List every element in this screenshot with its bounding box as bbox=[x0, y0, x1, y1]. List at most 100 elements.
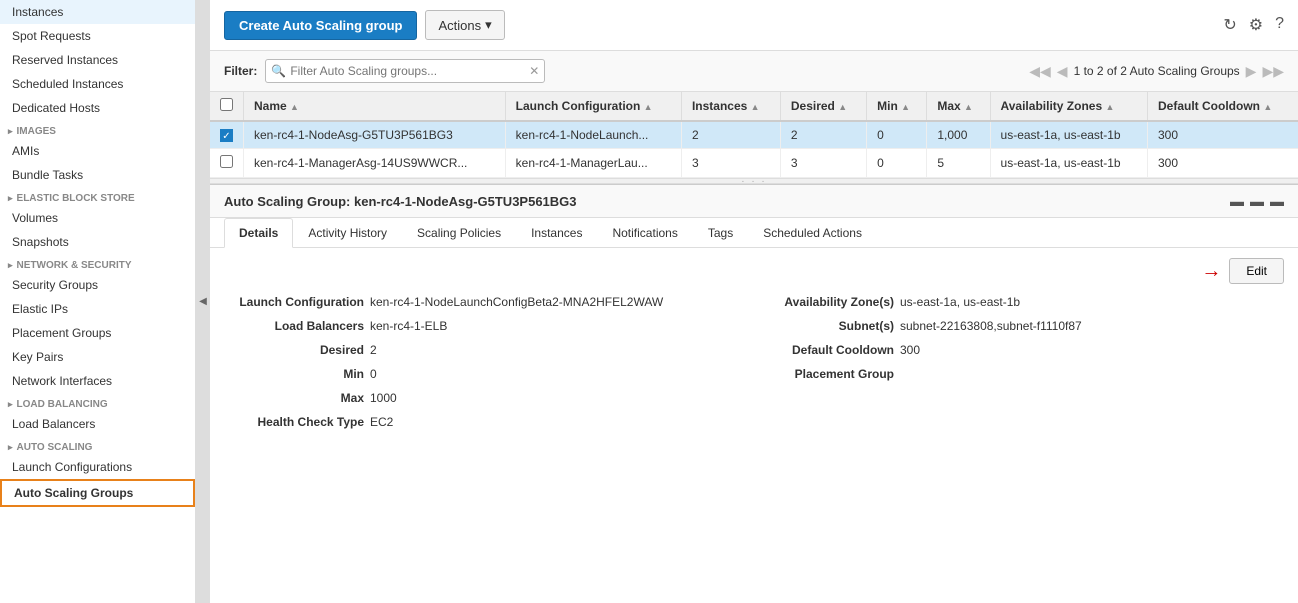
toolbar: Create Auto Scaling group Actions ▾ ↻ ⚙ … bbox=[210, 0, 1298, 51]
pagination-next-button[interactable]: ▶ bbox=[1246, 63, 1257, 80]
filter-input[interactable] bbox=[265, 59, 545, 83]
filter-bar: Filter: 🔍 ✕ ◀◀ ◀ 1 to 2 of 2 Auto Scalin… bbox=[210, 51, 1298, 92]
actions-chevron-icon: ▾ bbox=[485, 17, 492, 33]
pagination-prev-button[interactable]: ◀ bbox=[1057, 63, 1068, 80]
sidebar-item-dedicated-hosts[interactable]: Dedicated Hosts bbox=[0, 96, 195, 120]
pagination-last-button[interactable]: ▶▶ bbox=[1262, 63, 1284, 80]
create-asg-button[interactable]: Create Auto Scaling group bbox=[224, 11, 417, 40]
refresh-icon[interactable]: ↻ bbox=[1223, 15, 1236, 35]
col-header-availability_zones[interactable]: Availability Zones ▲ bbox=[990, 92, 1147, 121]
col-header-instances[interactable]: Instances ▲ bbox=[681, 92, 780, 121]
cell-launch_config: ken-rc4-1-ManagerLau... bbox=[505, 149, 681, 178]
col-header-name[interactable]: Name ▲ bbox=[244, 92, 506, 121]
sidebar-item-volumes[interactable]: Volumes bbox=[0, 206, 195, 230]
field-value: subnet-22163808,subnet-f1110f87 bbox=[900, 319, 1082, 333]
col-header-max[interactable]: Max ▲ bbox=[927, 92, 990, 121]
collapse-icon: ▸ bbox=[8, 193, 13, 204]
sidebar-item-auto-scaling-groups[interactable]: Auto Scaling Groups bbox=[0, 479, 195, 507]
tab-details[interactable]: Details bbox=[224, 218, 293, 248]
settings-icon[interactable]: ⚙ bbox=[1249, 15, 1263, 35]
select-all-checkbox[interactable] bbox=[220, 98, 233, 111]
col-header-default_cooldown[interactable]: Default Cooldown ▲ bbox=[1148, 92, 1298, 121]
detail-view-icon-1[interactable]: ▬ bbox=[1230, 193, 1244, 209]
table-header: Name ▲Launch Configuration ▲Instances ▲D… bbox=[210, 92, 1298, 121]
sidebar-item-elastic-ips[interactable]: Elastic IPs bbox=[0, 297, 195, 321]
sort-icon-desired: ▲ bbox=[838, 102, 847, 112]
tab-scheduled-actions[interactable]: Scheduled Actions bbox=[748, 218, 877, 248]
filter-clear-icon[interactable]: ✕ bbox=[529, 64, 539, 78]
row-checkbox-1[interactable] bbox=[220, 155, 233, 168]
sidebar-item-network-interfaces[interactable]: Network Interfaces bbox=[0, 369, 195, 393]
cell-availability_zones: us-east-1a, us-east-1b bbox=[990, 121, 1147, 149]
sort-icon-min: ▲ bbox=[901, 102, 910, 112]
sort-icon-max: ▲ bbox=[964, 102, 973, 112]
field-label: Min bbox=[224, 367, 364, 381]
edit-arrow-icon: → bbox=[1201, 260, 1221, 283]
cell-min: 0 bbox=[867, 121, 927, 149]
field-value: us-east-1a, us-east-1b bbox=[900, 295, 1020, 309]
sidebar-section-images-section: ▸IMAGES bbox=[0, 120, 195, 139]
sidebar-item-security-groups[interactable]: Security Groups bbox=[0, 273, 195, 297]
col-header-desired[interactable]: Desired ▲ bbox=[780, 92, 866, 121]
table-row[interactable]: ✓ken-rc4-1-NodeAsg-G5TU3P561BG3ken-rc4-1… bbox=[210, 121, 1298, 149]
field-label: Health Check Type bbox=[224, 415, 364, 429]
pagination-first-button[interactable]: ◀◀ bbox=[1029, 63, 1051, 80]
section-label: LOAD BALANCING bbox=[17, 399, 108, 410]
edit-button[interactable]: Edit bbox=[1229, 258, 1284, 284]
tab-tags[interactable]: Tags bbox=[693, 218, 748, 248]
sidebar-item-key-pairs[interactable]: Key Pairs bbox=[0, 345, 195, 369]
sidebar-item-bundle-tasks[interactable]: Bundle Tasks bbox=[0, 163, 195, 187]
cell-min: 0 bbox=[867, 149, 927, 178]
select-all-header[interactable] bbox=[210, 92, 244, 121]
cell-launch_config: ken-rc4-1-NodeLaunch... bbox=[505, 121, 681, 149]
col-label-launch_config: Launch Configuration bbox=[516, 99, 641, 113]
row-checked-icon-0[interactable]: ✓ bbox=[220, 129, 233, 142]
col-label-name: Name bbox=[254, 99, 287, 113]
sidebar-item-placement-groups[interactable]: Placement Groups bbox=[0, 321, 195, 345]
filter-label: Filter: bbox=[224, 64, 257, 78]
col-label-default_cooldown: Default Cooldown bbox=[1158, 99, 1260, 113]
field-row: Placement Group bbox=[754, 364, 1284, 384]
col-header-min[interactable]: Min ▲ bbox=[867, 92, 927, 121]
sort-icon-launch_config: ▲ bbox=[644, 102, 653, 112]
sidebar-item-instances[interactable]: Instances bbox=[0, 0, 195, 24]
tab-notifications[interactable]: Notifications bbox=[597, 218, 692, 248]
tab-instances[interactable]: Instances bbox=[516, 218, 597, 248]
cell-desired: 3 bbox=[780, 149, 866, 178]
field-value: EC2 bbox=[370, 415, 393, 429]
actions-button[interactable]: Actions ▾ bbox=[425, 10, 504, 40]
field-label: Launch Configuration bbox=[224, 295, 364, 309]
sidebar-item-snapshots[interactable]: Snapshots bbox=[0, 230, 195, 254]
field-label: Subnet(s) bbox=[754, 319, 894, 333]
pagination: ◀◀ ◀ 1 to 2 of 2 Auto Scaling Groups ▶ ▶… bbox=[1029, 63, 1284, 80]
sidebar-item-scheduled-instances[interactable]: Scheduled Instances bbox=[0, 72, 195, 96]
sidebar-collapse-button[interactable]: ◀ bbox=[196, 0, 210, 603]
asg-table-wrap: Name ▲Launch Configuration ▲Instances ▲D… bbox=[210, 92, 1298, 178]
collapse-icon: ▸ bbox=[8, 399, 13, 410]
cell-availability_zones: us-east-1a, us-east-1b bbox=[990, 149, 1147, 178]
col-header-launch_config[interactable]: Launch Configuration ▲ bbox=[505, 92, 681, 121]
detail-tabs: DetailsActivity HistoryScaling PoliciesI… bbox=[210, 218, 1298, 248]
table-row[interactable]: ken-rc4-1-ManagerAsg-14US9WWCR...ken-rc4… bbox=[210, 149, 1298, 178]
field-value: ken-rc4-1-NodeLaunchConfigBeta2-MNA2HFEL… bbox=[370, 295, 663, 309]
field-label: Desired bbox=[224, 343, 364, 357]
sidebar-section-as-section: ▸AUTO SCALING bbox=[0, 436, 195, 455]
sidebar-item-reserved-instances[interactable]: Reserved Instances bbox=[0, 48, 195, 72]
sidebar-item-amis[interactable]: AMIs bbox=[0, 139, 195, 163]
field-row: Desired2 bbox=[224, 340, 754, 360]
sidebar-item-launch-configurations[interactable]: Launch Configurations bbox=[0, 455, 195, 479]
sidebar-item-load-balancers[interactable]: Load Balancers bbox=[0, 412, 195, 436]
cell-default_cooldown: 300 bbox=[1148, 149, 1298, 178]
detail-panel: Auto Scaling Group: ken-rc4-1-NodeAsg-G5… bbox=[210, 184, 1298, 603]
tab-activity-history[interactable]: Activity History bbox=[293, 218, 402, 248]
detail-view-icon-2[interactable]: ▬ bbox=[1250, 193, 1264, 209]
sidebar-item-spot-requests[interactable]: Spot Requests bbox=[0, 24, 195, 48]
cell-desired: 2 bbox=[780, 121, 866, 149]
help-icon[interactable]: ? bbox=[1275, 15, 1284, 35]
section-label: NETWORK & SECURITY bbox=[17, 260, 132, 271]
detail-header: Auto Scaling Group: ken-rc4-1-NodeAsg-G5… bbox=[210, 185, 1298, 218]
detail-view-icon-3[interactable]: ▬ bbox=[1270, 193, 1284, 209]
asg-table: Name ▲Launch Configuration ▲Instances ▲D… bbox=[210, 92, 1298, 178]
field-row: Health Check Type EC2 bbox=[224, 412, 754, 432]
tab-scaling-policies[interactable]: Scaling Policies bbox=[402, 218, 516, 248]
